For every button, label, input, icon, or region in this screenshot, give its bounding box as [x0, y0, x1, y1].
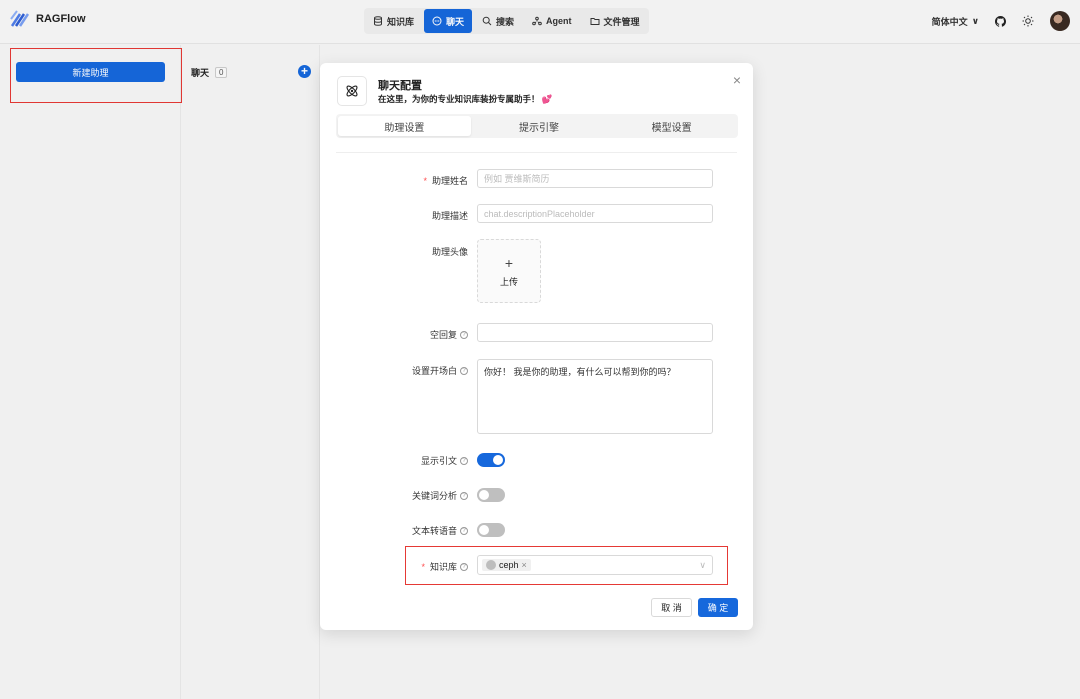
help-icon[interactable]: ? — [460, 526, 468, 535]
empty-reply-input[interactable] — [477, 323, 713, 342]
tab-assistant-settings[interactable]: 助理设置 — [338, 116, 471, 136]
cancel-button[interactable]: 取 消 — [651, 598, 692, 617]
show-quote-toggle[interactable] — [477, 453, 505, 467]
modal-title: 聊天配置 — [378, 80, 422, 92]
keyword-analysis-toggle[interactable] — [477, 488, 505, 502]
divider — [336, 152, 737, 153]
highlight-box — [405, 546, 728, 585]
empty-reply-label: 空回复 ? — [430, 328, 468, 341]
help-icon[interactable]: ? — [460, 330, 468, 339]
avatar-upload[interactable]: + 上传 — [477, 239, 541, 303]
label-text: 文本转语音 — [411, 526, 457, 536]
avatar-label: 助理头像 — [432, 245, 468, 258]
label-text: 显示引文 — [420, 456, 457, 466]
tts-toggle[interactable] — [477, 523, 505, 537]
toggle-knob — [479, 490, 489, 500]
tab-model-settings[interactable]: 模型设置 — [605, 114, 738, 138]
label-text: 关键词分析 — [411, 491, 457, 501]
upload-label: 上传 — [499, 276, 518, 287]
tts-label: 文本转语音 ? — [412, 524, 468, 537]
assistant-description-input[interactable]: chat.descriptionPlaceholder — [477, 204, 713, 223]
description-label: 助理描述 — [432, 209, 468, 222]
label-text: 空回复 — [429, 330, 457, 340]
chat-config-modal: 聊天配置 在这里，为你的专业知识库装扮专属助手！ 💕 × 助理设置 提示引擎 模… — [320, 63, 753, 630]
keyword-analysis-label: 关键词分析 ? — [412, 489, 468, 502]
help-icon[interactable]: ? — [460, 456, 468, 465]
toggle-knob — [493, 455, 503, 465]
opener-label: 设置开场白 ? — [412, 364, 468, 377]
required-mark: * — [423, 175, 427, 186]
atom-icon — [337, 76, 367, 106]
label-text: 助理描述 — [431, 211, 468, 221]
plus-icon: + — [504, 254, 514, 271]
help-icon[interactable]: ? — [460, 366, 468, 375]
opener-textarea[interactable]: 你好！ 我是你的助理，有什么可以帮到你的吗？ — [477, 359, 713, 434]
ok-button[interactable]: 确 定 — [698, 598, 738, 617]
modal-subtitle: 在这里，为你的专业知识库装扮专属助手！ 💕 — [378, 94, 553, 104]
close-icon[interactable]: × — [733, 72, 741, 88]
toggle-knob — [479, 525, 489, 535]
label-text: 设置开场白 — [411, 366, 457, 376]
label-text: 助理姓名 — [431, 176, 468, 186]
show-quote-label: 显示引文 ? — [421, 454, 468, 467]
name-label: * 助理姓名 — [423, 174, 468, 187]
tab-prompt-engine[interactable]: 提示引擎 — [473, 114, 606, 138]
label-text: 助理头像 — [431, 247, 468, 257]
assistant-name-input[interactable]: 例如 贾维斯简历 — [477, 169, 713, 188]
help-icon[interactable]: ? — [460, 491, 468, 500]
config-tabs: 助理设置 提示引擎 模型设置 — [336, 114, 738, 138]
